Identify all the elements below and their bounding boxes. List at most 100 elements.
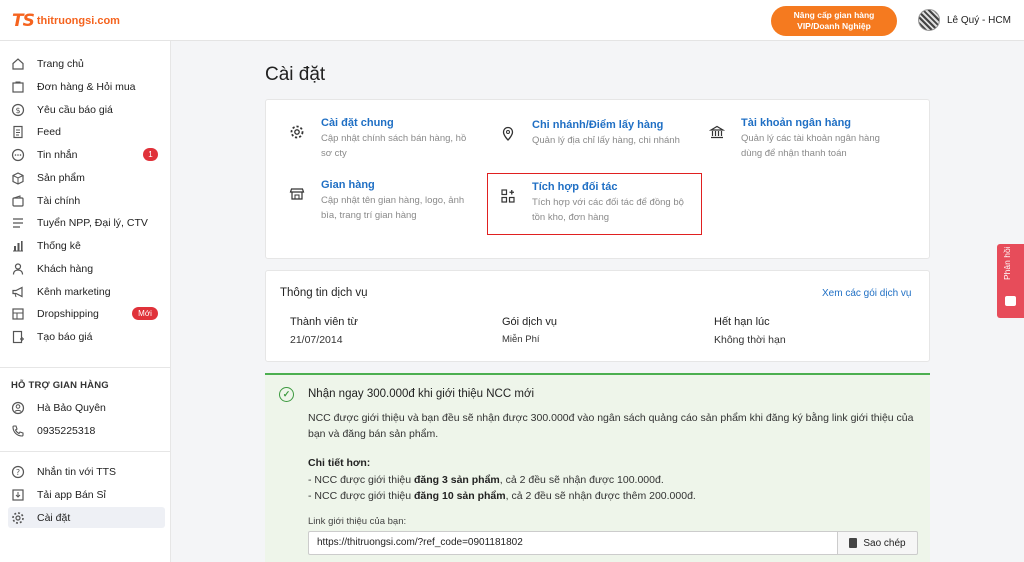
promo-detail-heading: Chi tiết hơn: xyxy=(308,457,371,469)
promo-detail-line: - NCC được giới thiệu đăng 3 sản phẩm, c… xyxy=(308,474,664,486)
referral-link-field[interactable]: https://thitruongsi.com/?ref_code=090118… xyxy=(308,531,838,555)
member-since: Thành viên từ 21/07/2014 xyxy=(290,316,358,346)
promo-text-bold: đăng 3 sản phẩm xyxy=(414,474,500,486)
promo-text: - NCC được giới thiệu xyxy=(308,490,414,502)
sidebar-item-label: Thống kê xyxy=(37,239,81,252)
sidebar-item-label: Sản phẩm xyxy=(37,171,85,184)
chat-icon xyxy=(10,147,26,163)
svg-text:$: $ xyxy=(15,106,20,115)
setting-general[interactable]: Cài đặt chung Cập nhật chính sách bán hà… xyxy=(288,117,466,161)
setting-title: Gian hàng xyxy=(321,179,375,191)
avatar xyxy=(918,9,940,31)
sidebar-item-label: Tuyển NPP, Đại lý, CTV xyxy=(37,216,148,229)
divider xyxy=(0,367,170,368)
view-plans-link[interactable]: Xem các gói dịch vụ xyxy=(822,288,912,299)
sidebar-item-label: Yêu cầu báo giá xyxy=(37,103,113,116)
divider xyxy=(0,451,170,452)
unread-badge: 1 xyxy=(143,148,158,161)
sidebar-item-label: Cài đặt xyxy=(37,511,71,524)
support-contact-phone[interactable]: 0935225318 xyxy=(8,420,165,441)
setting-desc: Cập nhật chính sách bán hàng, hồ xyxy=(321,133,467,144)
store-icon xyxy=(288,185,306,203)
user-menu[interactable]: Lê Quý - HCM xyxy=(918,9,1011,31)
sidebar-item-finance[interactable]: Tài chính xyxy=(8,190,165,211)
upgrade-line-1: Nâng cấp gian hàng xyxy=(793,10,875,20)
sidebar-item-label: Tin nhắn xyxy=(37,148,78,161)
setting-title: Cài đặt chung xyxy=(321,117,394,129)
download-icon xyxy=(10,487,26,503)
dollar-icon: $ xyxy=(10,102,26,118)
promo-text: , cả 2 đều sẽ nhận được thêm 200.000đ. xyxy=(505,490,696,502)
sidebar-item-home[interactable]: Trang chủ xyxy=(8,53,165,74)
promo-title: Nhận ngay 300.000đ khi giới thiệu NCC mớ… xyxy=(308,388,535,400)
megaphone-icon xyxy=(10,284,26,300)
logo[interactable]: TS thitruongsi.com xyxy=(12,11,120,31)
setting-desc: Cập nhật tên gian hàng, logo, ảnh xyxy=(321,195,465,206)
top-header: TS thitruongsi.com Nâng cấp gian hàng VI… xyxy=(0,0,1024,41)
support-phone: 0935225318 xyxy=(37,424,96,437)
setting-title: Chi nhánh/Điểm lấy hàng xyxy=(532,119,664,131)
sidebar-item-label: Trang chủ xyxy=(37,57,84,70)
setting-desc: sơ cty xyxy=(321,148,347,159)
sidebar-item-recruit[interactable]: Tuyển NPP, Đại lý, CTV xyxy=(8,212,165,233)
copy-button[interactable]: Sao chép xyxy=(837,531,918,555)
location-pin-icon xyxy=(499,125,517,143)
phone-icon xyxy=(10,423,26,439)
upgrade-vip-button[interactable]: Nâng cấp gian hàng VIP/Doanh Nghiệp xyxy=(771,6,897,36)
sidebar-item-settings[interactable]: Cài đặt xyxy=(8,507,165,528)
sidebar-item-dropshipping[interactable]: Dropshipping Mới xyxy=(8,303,165,324)
user-name: Lê Quý - HCM xyxy=(947,14,1011,26)
feedback-icon xyxy=(1005,296,1016,306)
setting-store[interactable]: Gian hàng Cập nhật tên gian hàng, logo, … xyxy=(288,179,464,223)
user-icon xyxy=(10,261,26,277)
plan-label: Gói dịch vụ xyxy=(502,316,558,328)
help-icon: ? xyxy=(10,464,26,480)
setting-branches[interactable]: Chi nhánh/Điểm lấy hàng Quản lý địa chỉ … xyxy=(499,119,680,148)
user-icon xyxy=(10,400,26,416)
promo-text: - NCC được giới thiệu xyxy=(308,474,414,486)
promo-body: NCC được giới thiệu và bạn đều sẽ nhận đ… xyxy=(308,412,914,440)
dropship-icon xyxy=(10,306,26,322)
upgrade-line-2: VIP/Doanh Nghiệp xyxy=(797,21,871,31)
sidebar-item-orders[interactable]: Đơn hàng & Hỏi mua xyxy=(8,76,165,97)
box-icon xyxy=(10,170,26,186)
promo-text: , cả 2 đều sẽ nhận được 100.000đ. xyxy=(499,474,664,486)
sidebar: Trang chủ Đơn hàng & Hỏi mua $ Yêu cầu b… xyxy=(0,41,171,562)
check-circle-icon: ✓ xyxy=(279,387,294,402)
setting-bank-accounts[interactable]: Tài khoản ngân hàng Quản lý các tài khoả… xyxy=(708,117,880,161)
sidebar-item-label: Nhắn tin với TTS xyxy=(37,465,117,478)
sidebar-item-label: Tạo báo giá xyxy=(37,330,93,343)
expiry-label: Hết hạn lúc xyxy=(714,316,770,328)
sidebar-item-label: Tài chính xyxy=(37,194,81,207)
sidebar-item-products[interactable]: Sản phẩm xyxy=(8,167,165,188)
sidebar-item-create-quote[interactable]: Tạo báo giá xyxy=(8,326,165,347)
setting-desc: Quản lý các tài khoản ngân hàng xyxy=(741,133,880,144)
sidebar-item-feed[interactable]: Feed xyxy=(8,121,165,142)
sidebar-item-marketing[interactable]: Kênh marketing xyxy=(8,281,165,302)
sidebar-item-chat-tts[interactable]: ? Nhắn tin với TTS xyxy=(8,461,165,482)
promo-detail-line: - NCC được giới thiệu đăng 10 sản phẩm, … xyxy=(308,490,696,502)
gear-icon xyxy=(288,123,306,141)
chart-icon xyxy=(10,238,26,254)
feedback-tab[interactable]: Phản hồi xyxy=(997,244,1024,318)
copy-label: Sao chép xyxy=(863,537,906,549)
sidebar-item-messages[interactable]: Tin nhắn 1 xyxy=(8,144,165,165)
logo-text: thitruongsi.com xyxy=(36,15,120,27)
highlight-box xyxy=(487,173,702,235)
sidebar-item-label: Khách hàng xyxy=(37,262,94,275)
sidebar-item-customers[interactable]: Khách hàng xyxy=(8,258,165,279)
sidebar-item-statistics[interactable]: Thống kê xyxy=(8,235,165,256)
sidebar-item-label: Đơn hàng & Hỏi mua xyxy=(37,80,136,93)
gear-icon xyxy=(10,510,26,526)
sidebar-item-label: Kênh marketing xyxy=(37,285,111,298)
member-since-label: Thành viên từ xyxy=(290,316,358,328)
sidebar-item-quote-requests[interactable]: $ Yêu cầu báo giá xyxy=(8,99,165,120)
cart-icon xyxy=(10,79,26,95)
support-heading: HỖ TRỢ GIAN HÀNG xyxy=(11,380,109,391)
promo-text-bold: đăng 10 sản phẩm xyxy=(414,490,506,502)
sidebar-item-download-app[interactable]: Tải app Bán Sỉ xyxy=(8,484,165,505)
setting-desc: bìa, trang trí gian hàng xyxy=(321,210,417,221)
referral-promo: ✓ Nhận ngay 300.000đ khi giới thiệu NCC … xyxy=(265,373,930,562)
sidebar-item-label: Tải app Bán Sỉ xyxy=(37,488,106,501)
bank-icon xyxy=(708,123,726,141)
